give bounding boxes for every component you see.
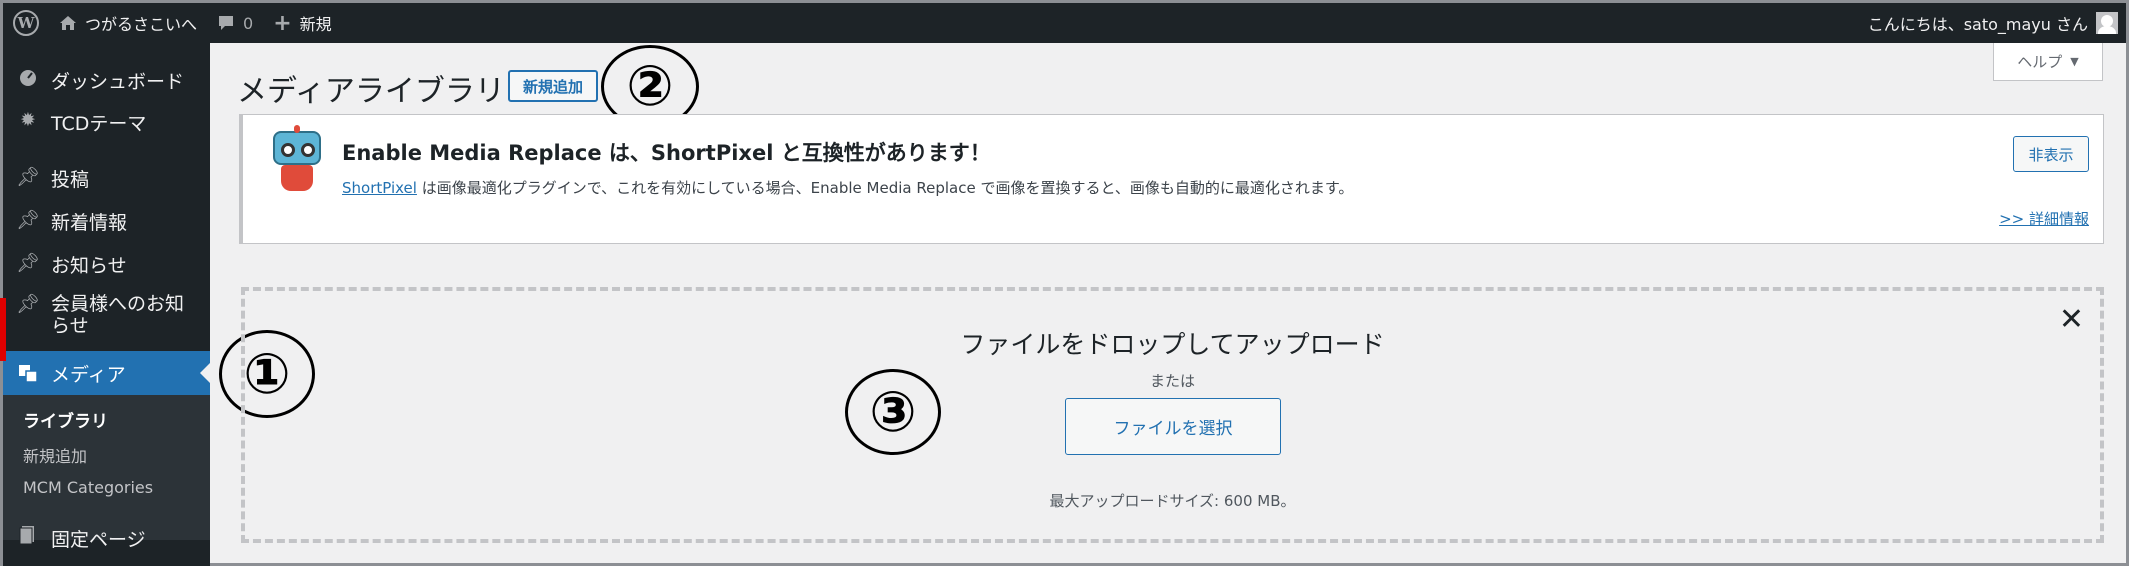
site-name-link[interactable]: つがるさこいへ — [49, 3, 207, 43]
new-content-label: 新規 — [299, 15, 332, 34]
sidebar-item-label: 固定ページ — [51, 529, 146, 551]
sidebar-item-media[interactable]: メディア — [3, 351, 210, 395]
details-link[interactable]: >> 詳細情報 — [1999, 208, 2089, 229]
plugin-notice: Enable Media Replace は、ShortPixel と互換性があ… — [239, 114, 2104, 244]
page-title: メディアライブラリ — [237, 74, 505, 109]
sidebar-item-label: 投稿 — [51, 169, 90, 191]
sidebar-item-label: ダッシュボード — [51, 71, 185, 93]
sidebar-item-label: 会員様へのお知らせ — [51, 293, 185, 337]
wordpress-icon: W — [13, 10, 39, 36]
admin-sidebar: ダッシュボード ✹ TCDテーマ 📌︎ 投稿 📌︎ 新着情報 📌︎ お知らせ 📌… — [3, 43, 210, 566]
admin-bar: W つがるさこいへ 0 + 新規 こんにちは、sato_mayu さん — [3, 3, 2126, 43]
sidebar-item-label: TCDテーマ — [51, 113, 147, 135]
site-name: つがるさこいへ — [85, 15, 198, 34]
pin-icon: 📌︎ — [15, 293, 41, 315]
comments-link[interactable]: 0 — [207, 3, 263, 43]
sidebar-item-dashboard[interactable]: ダッシュボード — [3, 67, 210, 94]
dismiss-button[interactable]: 非表示 — [2013, 136, 2089, 172]
submenu-item-add-new[interactable]: 新規追加 — [23, 443, 87, 467]
help-label: ヘルプ — [2017, 53, 2063, 71]
sidebar-item-posts[interactable]: 📌︎ 投稿 — [3, 165, 210, 192]
new-content-menu[interactable]: + 新規 — [263, 3, 341, 43]
submenu-item-mcm-categories[interactable]: MCM Categories — [23, 478, 153, 497]
page-icon — [17, 525, 39, 545]
sidebar-item-pages[interactable]: 固定ページ — [3, 525, 210, 552]
help-tab-button[interactable]: ヘルプ ▼ — [1993, 43, 2103, 81]
sidebar-item-member-notices[interactable]: 📌︎ 会員様へのお知らせ — [3, 293, 203, 337]
dashboard-icon — [17, 67, 39, 87]
pin-icon: 📌︎ — [15, 209, 41, 231]
add-new-button[interactable]: 新規追加 — [508, 70, 598, 102]
current-menu-arrow — [200, 363, 210, 383]
notice-body-text: は画像最適化プラグインで、これを有効にしている場合、Enable Media R… — [416, 179, 1354, 197]
drop-instructions: ファイルをドロップしてアップロード — [960, 330, 1385, 359]
sidebar-item-label: 新着情報 — [51, 212, 128, 234]
sidebar-item-label: お知らせ — [51, 255, 127, 277]
comments-count: 0 — [243, 13, 254, 33]
sidebar-item-tcd-theme[interactable]: ✹ TCDテーマ — [3, 109, 210, 136]
notice-body: ShortPixel は画像最適化プラグインで、これを有効にしている場合、Ena… — [342, 177, 1353, 198]
upload-dropzone[interactable]: ✕ ファイルをドロップしてアップロード または ファイルを選択 最大アップロード… — [241, 287, 2104, 543]
wp-logo-menu[interactable]: W — [3, 3, 49, 43]
shortpixel-robot-logo — [267, 125, 327, 191]
caret-down-icon: ▼ — [2070, 55, 2079, 68]
pin-icon: 📌︎ — [15, 252, 41, 274]
select-files-button[interactable]: ファイルを選択 — [1065, 398, 1281, 455]
avatar — [2096, 12, 2118, 34]
comment-icon — [217, 14, 235, 32]
gear-icon: ✹ — [20, 109, 36, 131]
sidebar-item-news[interactable]: 📌︎ 新着情報 — [3, 208, 210, 235]
pin-icon: 📌︎ — [15, 166, 41, 188]
account-greeting: こんにちは、sato_mayu さん — [1867, 15, 2088, 34]
my-account-menu[interactable]: こんにちは、sato_mayu さん — [1858, 3, 2126, 43]
sidebar-item-label: メディア — [51, 363, 126, 386]
home-icon — [59, 14, 77, 32]
sidebar-item-notices[interactable]: 📌︎ お知らせ — [3, 251, 210, 278]
media-submenu: ライブラリ 新規追加 MCM Categories — [3, 395, 210, 540]
or-text: または — [1149, 372, 1195, 390]
notice-title: Enable Media Replace は、ShortPixel と互換性があ… — [342, 141, 991, 165]
highlight-marker — [0, 298, 6, 361]
max-upload-size: 最大アップロードサイズ: 600 MB。 — [1049, 492, 1296, 510]
submenu-item-library[interactable]: ライブラリ — [23, 407, 108, 432]
plus-icon: + — [273, 10, 292, 36]
media-icon — [17, 363, 39, 383]
shortpixel-link[interactable]: ShortPixel — [342, 179, 417, 197]
